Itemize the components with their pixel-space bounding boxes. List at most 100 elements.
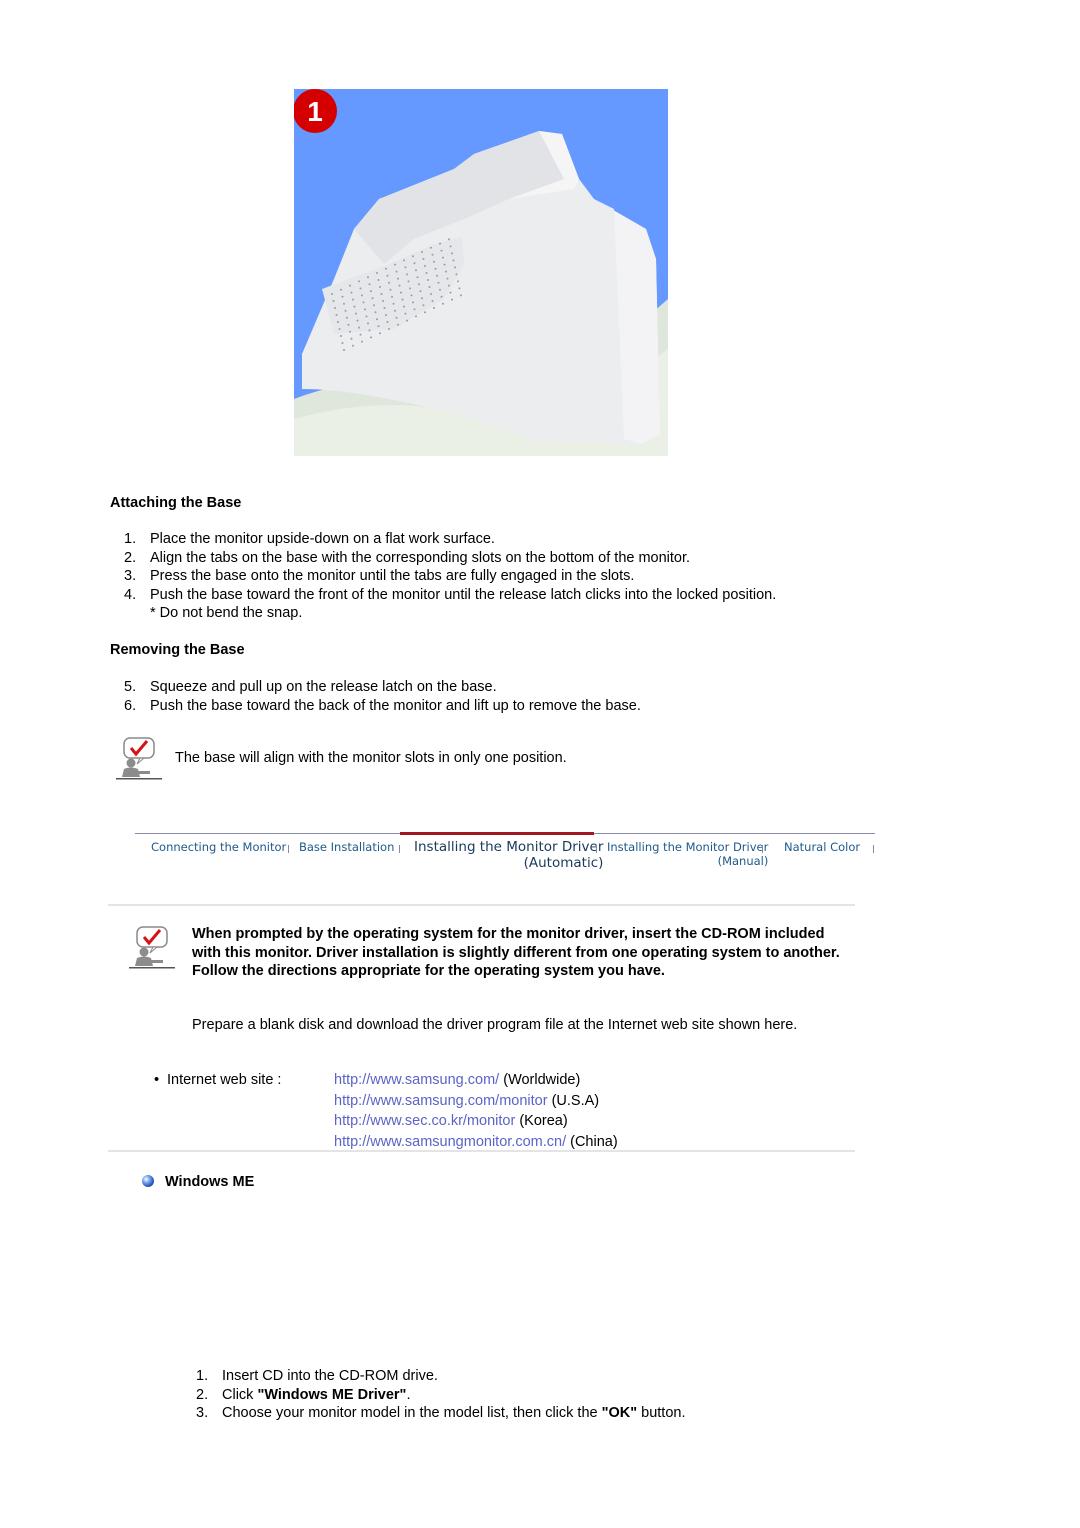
tab-driver-manual[interactable]: Installing the Monitor Driver (Manual) bbox=[607, 840, 768, 868]
vent-dot bbox=[353, 305, 356, 308]
tab-driver-automatic[interactable]: Installing the Monitor Driver (Automatic) bbox=[414, 839, 603, 871]
vent-dot bbox=[371, 297, 374, 300]
vent-dot bbox=[404, 312, 407, 315]
vent-dot bbox=[422, 304, 425, 307]
vent-dot bbox=[370, 290, 372, 293]
site-link-korea[interactable]: http://www.sec.co.kr/monitor bbox=[334, 1113, 515, 1129]
windows-me-steps: 1. Insert CD into the CD-ROM drive. 2. Cli… bbox=[182, 1367, 822, 1423]
vent-dot bbox=[425, 272, 428, 274]
vent-dot bbox=[359, 333, 362, 336]
vent-dot bbox=[392, 302, 395, 305]
vent-dot bbox=[449, 245, 452, 248]
list-item: 2. Click "Windows ME Driver". bbox=[196, 1386, 411, 1403]
vent-dot bbox=[442, 256, 444, 259]
site-row: http://www.samsungmonitor.com.cn/ (China… bbox=[334, 1133, 618, 1150]
site-link-worldwide[interactable]: http://www.samsung.com/ bbox=[334, 1072, 499, 1088]
vent-dot bbox=[346, 316, 348, 319]
vent-dot bbox=[340, 335, 342, 337]
step-badge: 1 bbox=[307, 96, 323, 127]
vent-dot bbox=[433, 307, 435, 309]
vent-dot bbox=[350, 291, 353, 294]
tab-separator bbox=[873, 845, 874, 853]
vent-dot bbox=[412, 255, 414, 258]
list-item: 4. Push the base toward the front of the … bbox=[124, 586, 777, 622]
vent-dot bbox=[367, 322, 369, 325]
vent-dot bbox=[439, 242, 441, 245]
vent-dot bbox=[403, 305, 405, 308]
list-item: 3. Press the base onto the monitor until … bbox=[124, 568, 635, 584]
monitor-base-photo: 1 bbox=[294, 89, 668, 456]
vent-dot bbox=[427, 279, 429, 281]
site-list: http://www.samsung.com/ (Worldwide) http… bbox=[334, 1070, 618, 1152]
vent-dot bbox=[421, 251, 423, 253]
vent-dot bbox=[386, 321, 389, 323]
blue-bullet-icon bbox=[141, 1174, 155, 1192]
vent-dot bbox=[361, 294, 363, 297]
checkmark-note-icon bbox=[114, 736, 162, 784]
vent-dot bbox=[430, 246, 432, 249]
vent-dot bbox=[451, 252, 453, 255]
site-link-china[interactable]: http://www.samsungmonitor.com.cn/ bbox=[334, 1134, 566, 1150]
vent-dot bbox=[431, 300, 434, 302]
vent-dot bbox=[457, 280, 459, 283]
vent-dot bbox=[379, 332, 381, 335]
vent-dot bbox=[407, 280, 410, 283]
vent-dot bbox=[385, 267, 387, 270]
vent-dot bbox=[341, 295, 344, 298]
vent-dot bbox=[368, 283, 371, 286]
tab-base-installation[interactable]: Base Installation bbox=[299, 840, 394, 854]
vent-dot bbox=[388, 281, 390, 284]
vent-dot bbox=[343, 302, 345, 305]
vent-dot bbox=[446, 277, 449, 280]
vent-dot bbox=[415, 315, 417, 318]
vent-dot bbox=[365, 315, 368, 318]
site-link-usa[interactable]: http://www.samsung.com/monitor bbox=[334, 1093, 548, 1109]
vent-dot bbox=[373, 304, 375, 307]
vent-dot bbox=[374, 311, 377, 314]
vent-dot bbox=[460, 294, 462, 297]
vent-dot bbox=[356, 319, 359, 322]
list-item: 1. Place the monitor upside-down on a fla… bbox=[124, 531, 495, 547]
vent-dot bbox=[437, 281, 440, 284]
vent-dot bbox=[430, 293, 432, 295]
vent-dot bbox=[428, 286, 431, 288]
vent-dot bbox=[431, 253, 434, 256]
vent-dot bbox=[389, 288, 392, 291]
vent-dot bbox=[376, 318, 378, 321]
attaching-steps: 1. Place the monitor upside-down on a fla… bbox=[110, 530, 810, 623]
vent-dot bbox=[413, 308, 416, 311]
vent-dot bbox=[404, 266, 407, 269]
vent-dot bbox=[350, 337, 353, 340]
attaching-heading: Attaching the Base bbox=[110, 495, 242, 511]
vent-dot bbox=[419, 290, 422, 293]
vent-dot bbox=[409, 287, 411, 290]
vent-dot bbox=[379, 286, 381, 288]
vent-dot bbox=[424, 265, 426, 267]
vent-dot bbox=[394, 309, 396, 312]
vent-dot bbox=[454, 266, 456, 269]
vent-dot bbox=[395, 270, 398, 273]
vent-dot bbox=[355, 312, 357, 315]
checkmark-note-icon bbox=[127, 925, 175, 973]
vent-dot bbox=[370, 336, 372, 339]
vent-dot bbox=[391, 295, 393, 298]
divider bbox=[108, 1150, 855, 1152]
vent-dot bbox=[406, 319, 408, 322]
site-row: http://www.sec.co.kr/monitor (Korea) bbox=[334, 1113, 568, 1129]
tab-natural-color[interactable]: Natural Color bbox=[784, 840, 860, 854]
vent-dot bbox=[343, 349, 345, 351]
vent-dot bbox=[449, 291, 452, 294]
tab-separator bbox=[399, 845, 400, 853]
divider bbox=[108, 904, 855, 906]
vent-dot bbox=[368, 329, 371, 332]
note-alignment-text: The base will align with the monitor slo… bbox=[175, 750, 567, 766]
vent-dot bbox=[443, 263, 446, 266]
section-nav: Connecting the Monitor Base Installation… bbox=[135, 832, 875, 882]
list-item: 1. Insert CD into the CD-ROM drive. bbox=[196, 1368, 438, 1384]
vent-dot bbox=[337, 321, 339, 323]
vent-dot bbox=[440, 249, 443, 252]
tab-connecting-monitor[interactable]: Connecting the Monitor bbox=[151, 840, 286, 854]
tab-separator bbox=[596, 845, 597, 853]
windows-me-heading: Windows ME bbox=[165, 1174, 255, 1190]
vent-dot bbox=[331, 293, 333, 295]
